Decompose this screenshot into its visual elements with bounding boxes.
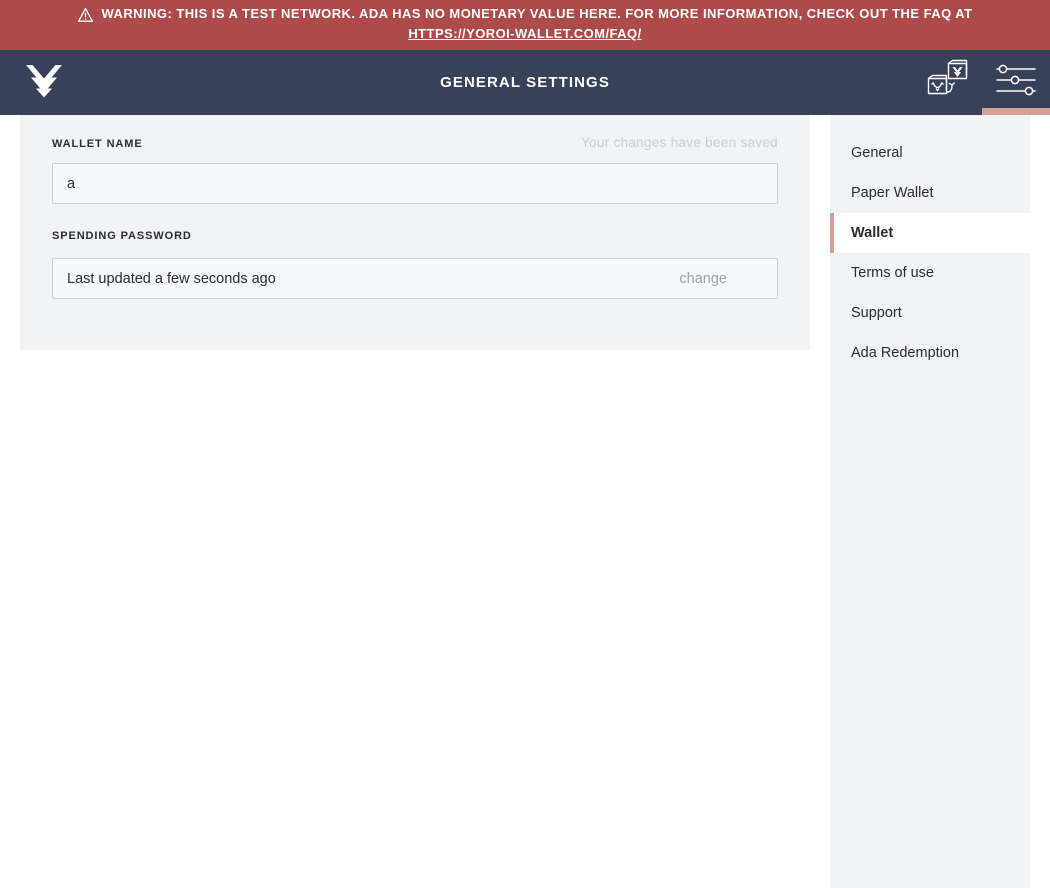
switch-wallet-button[interactable] <box>914 50 982 115</box>
spending-password-block: SPENDING PASSWORD Last updated a few sec… <box>52 230 778 299</box>
menu-item-paper-wallet[interactable]: Paper Wallet <box>830 173 1030 213</box>
warning-text-row: WARNING: THIS IS A TEST NETWORK. ADA HAS… <box>77 6 973 22</box>
warning-triangle-icon <box>77 7 93 22</box>
warning-message: WARNING: THIS IS A TEST NETWORK. ADA HAS… <box>101 6 973 21</box>
faq-link[interactable]: HTTPS://YOROI-WALLET.COM/FAQ/ <box>408 26 641 42</box>
menu-item-label: Terms of use <box>851 265 934 281</box>
menu-item-label: Ada Redemption <box>851 345 960 361</box>
menu-item-wallet[interactable]: Wallet <box>830 213 1030 253</box>
wallet-name-label: WALLET NAME <box>52 138 143 150</box>
settings-menu: General Paper Wallet Wallet Terms of use… <box>830 115 1030 888</box>
menu-item-support[interactable]: Support <box>830 293 1030 333</box>
switch-wallet-icon <box>925 59 971 106</box>
spending-password-label: SPENDING PASSWORD <box>52 230 192 242</box>
menu-item-label: Support <box>851 305 902 321</box>
change-password-link[interactable]: change <box>679 271 727 287</box>
wallet-settings-panel: WALLET NAME Your changes have been saved… <box>20 115 810 350</box>
menu-item-ada-redemption[interactable]: Ada Redemption <box>830 333 1030 373</box>
page-title: GENERAL SETTINGS <box>440 74 610 91</box>
wallet-name-input[interactable] <box>52 163 778 204</box>
menu-item-label: General <box>851 145 903 161</box>
spending-password-header: SPENDING PASSWORD <box>52 230 778 248</box>
menu-item-general[interactable]: General <box>830 133 1030 173</box>
topbar-actions <box>914 50 1050 115</box>
settings-button[interactable] <box>982 50 1050 115</box>
page-body: WALLET NAME Your changes have been saved… <box>0 115 1050 888</box>
menu-item-label: Paper Wallet <box>851 185 934 201</box>
menu-item-terms-of-use[interactable]: Terms of use <box>830 253 1030 293</box>
save-status-message: Your changes have been saved <box>580 135 778 150</box>
menu-item-label: Wallet <box>851 225 894 241</box>
wallet-name-header: WALLET NAME Your changes have been saved <box>52 135 778 153</box>
test-network-warning-banner: WARNING: THIS IS A TEST NETWORK. ADA HAS… <box>0 0 1050 50</box>
spending-password-row[interactable]: Last updated a few seconds ago change <box>52 258 778 299</box>
top-navigation-bar: GENERAL SETTINGS <box>0 50 1050 115</box>
spending-password-status: Last updated a few seconds ago <box>67 270 276 287</box>
settings-sliders-icon <box>994 62 1038 103</box>
